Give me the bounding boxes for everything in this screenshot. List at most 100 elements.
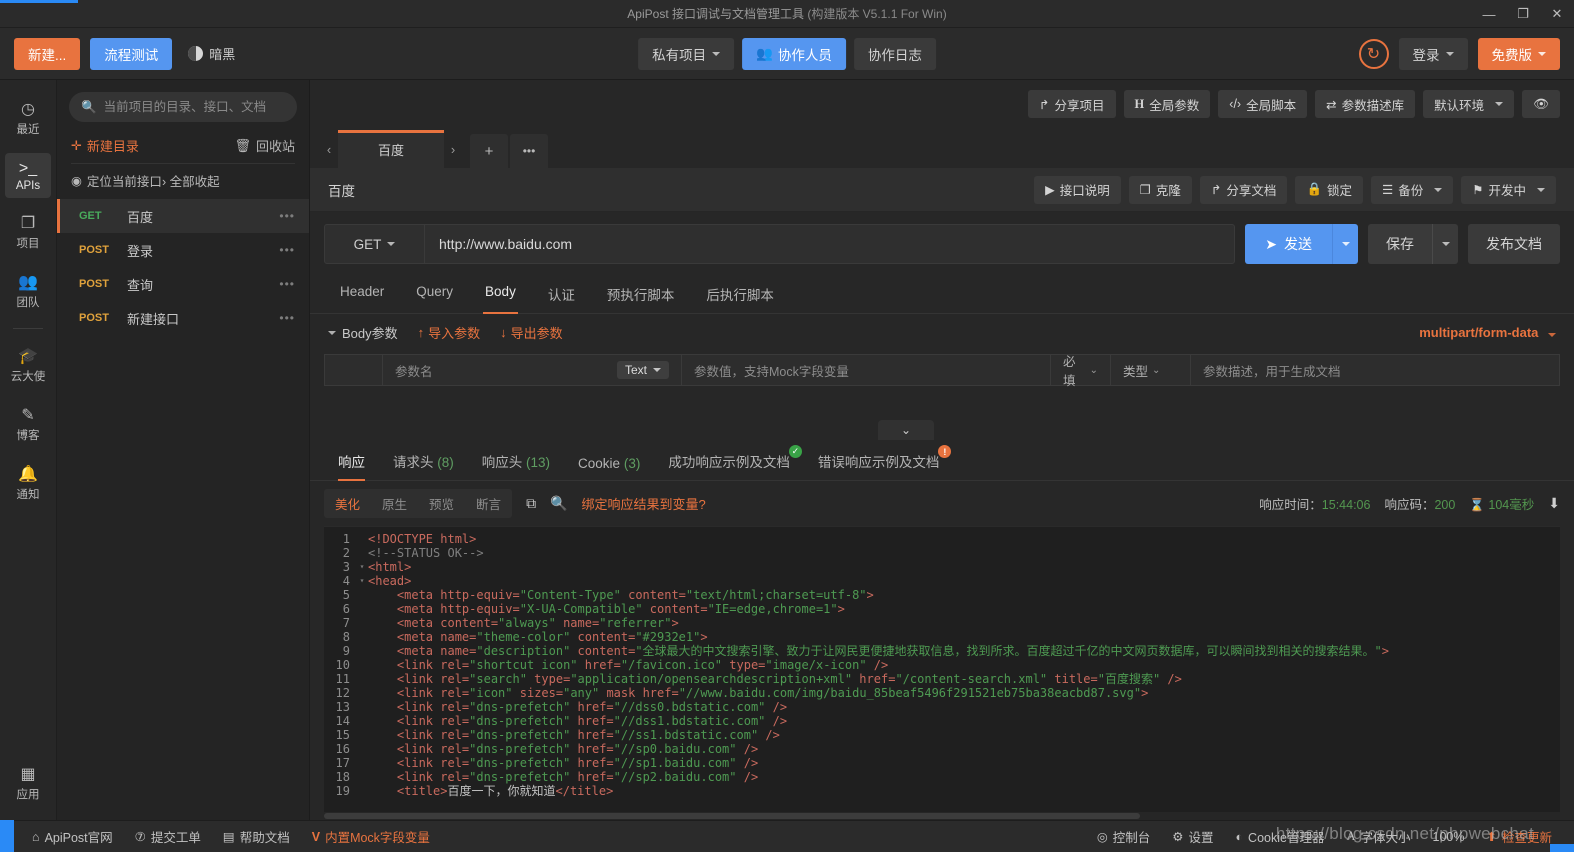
collapse-panel-button[interactable]: ⌄: [878, 420, 934, 440]
search-icon[interactable]: 🔍: [550, 495, 567, 512]
view-mode-preview[interactable]: 预览: [418, 489, 465, 518]
lock-button[interactable]: 🔒 锁定: [1295, 175, 1364, 204]
share-project-button[interactable]: ↱ 分享项目: [1028, 90, 1116, 118]
view-mode-raw[interactable]: 原生: [371, 489, 418, 518]
url-input[interactable]: [425, 225, 1235, 263]
code-fold-toggle[interactable]: ▾: [356, 560, 368, 574]
tab-body[interactable]: Body: [469, 274, 532, 314]
api-description-button[interactable]: ▶ 接口说明: [1034, 175, 1121, 204]
maximize-icon[interactable]: ❐: [1506, 0, 1540, 28]
sidebar-item-recent[interactable]: ◷ 最近: [5, 94, 51, 143]
api-list-item-baidu[interactable]: GET 百度 •••: [57, 199, 309, 233]
help-docs-link[interactable]: ▤ 帮助文档: [223, 827, 290, 846]
status-badge[interactable]: ⚑ 开发中: [1461, 175, 1556, 204]
method-selector[interactable]: GET: [325, 225, 425, 263]
param-name-cell[interactable]: 参数名 Text: [382, 354, 682, 386]
check-update-button[interactable]: ⬆ 检查更新: [1487, 827, 1553, 846]
close-icon[interactable]: ✕: [1540, 0, 1574, 28]
sidebar-item-cloud-ambassador[interactable]: 🎓 云大使: [5, 341, 51, 390]
save-dropdown-icon[interactable]: [1432, 224, 1458, 264]
environment-selector[interactable]: 默认环境: [1423, 90, 1515, 118]
settings-button[interactable]: ⚙ 设置: [1172, 827, 1213, 846]
api-list-item-query[interactable]: POST 查询 •••: [57, 267, 309, 301]
global-params-button[interactable]: H 全局参数: [1123, 90, 1211, 118]
export-params-button[interactable]: ↓ 导出参数: [500, 323, 563, 342]
recycle-bin-button[interactable]: 🗑 回收站: [234, 136, 295, 155]
sidebar-item-apis[interactable]: >_ APIs: [5, 153, 51, 198]
submit-ticket-link[interactable]: ⑦ 提交工单: [135, 827, 201, 846]
sidebar-item-notifications[interactable]: 🔔 通知: [5, 459, 51, 508]
flow-test-button[interactable]: 流程测试: [90, 37, 173, 70]
param-value-cell[interactable]: 参数值，支持Mock字段变量: [682, 354, 1051, 386]
api-list-item-new[interactable]: POST 新建接口 •••: [57, 301, 309, 335]
save-button[interactable]: 保存: [1368, 224, 1458, 264]
copy-icon[interactable]: ⧉: [526, 495, 536, 512]
tab-next-icon[interactable]: ›: [444, 130, 462, 168]
eye-icon[interactable]: 👁: [1522, 90, 1560, 118]
tab-cookie[interactable]: Cookie (3): [564, 445, 654, 480]
collab-log-button[interactable]: 协作日志: [853, 37, 936, 70]
search-input[interactable]: [103, 100, 285, 114]
collapse-all-button[interactable]: › 全部收起: [162, 171, 220, 190]
tab-query[interactable]: Query: [400, 274, 469, 313]
tab-more-button[interactable]: •••: [510, 134, 548, 168]
tab-post-script[interactable]: 后执行脚本: [690, 274, 790, 313]
add-tab-button[interactable]: +: [470, 134, 508, 168]
send-button-label-wrap[interactable]: ➤ 发送: [1245, 234, 1332, 254]
edition-button[interactable]: 免费版: [1477, 37, 1560, 70]
dark-mode-toggle[interactable]: 暗黑: [188, 44, 235, 63]
horizontal-scrollbar[interactable]: [324, 812, 1560, 820]
more-options-icon[interactable]: •••: [279, 277, 295, 291]
api-list-item-login[interactable]: POST 登录 •••: [57, 233, 309, 267]
view-mode-pretty[interactable]: 美化: [324, 489, 371, 518]
locate-current-api-button[interactable]: ◉ 定位当前接口: [71, 171, 162, 190]
zoom-level[interactable]: 100%: [1433, 830, 1465, 844]
sidebar-item-team[interactable]: 👥 团队: [5, 267, 51, 316]
collaborators-button[interactable]: 👥 协作人员: [742, 37, 846, 70]
apipost-site-link[interactable]: ⌂ ApiPost官网: [32, 827, 113, 846]
login-button[interactable]: 登录: [1398, 37, 1468, 70]
sidebar-item-apps[interactable]: ▦ 应用: [5, 759, 51, 808]
global-script-button[interactable]: ‹/› 全局脚本: [1218, 90, 1308, 118]
tab-success-example[interactable]: 成功响应示例及文档 ✓: [654, 440, 804, 480]
tab-auth[interactable]: 认证: [532, 274, 591, 313]
backup-button[interactable]: ☰ 备份: [1371, 175, 1454, 204]
tab-request-headers[interactable]: 请求头 (8): [379, 440, 468, 480]
publish-doc-button[interactable]: 发布文档: [1468, 224, 1560, 264]
param-type-pill[interactable]: Text: [616, 361, 669, 379]
tab-prev-icon[interactable]: ‹: [320, 130, 338, 168]
search-box[interactable]: 🔍: [69, 92, 297, 122]
code-fold-toggle[interactable]: ▾: [356, 574, 368, 588]
console-button[interactable]: ◎ 控制台: [1097, 827, 1150, 846]
more-options-icon[interactable]: •••: [279, 209, 295, 223]
font-size-button[interactable]: A 字体大小: [1346, 827, 1410, 846]
mock-variables-link[interactable]: V 内置Mock字段变量: [312, 827, 430, 846]
save-button-label[interactable]: 保存: [1368, 234, 1432, 254]
tab-response[interactable]: 响应: [324, 440, 379, 481]
content-type-selector[interactable]: multipart/form-data: [1419, 325, 1556, 340]
more-options-icon[interactable]: •••: [279, 243, 295, 257]
param-required-cell[interactable]: 必填 ⌄: [1051, 354, 1111, 388]
refresh-icon[interactable]: ↻: [1358, 38, 1389, 69]
bind-result-to-variable-link[interactable]: 绑定响应结果到变量?: [582, 494, 706, 513]
tab-response-headers[interactable]: 响应头 (13): [468, 440, 564, 480]
param-desc-library-button[interactable]: ⇄ 参数描述库: [1315, 90, 1416, 118]
sidebar-item-blog[interactable]: ✎ 博客: [5, 400, 51, 449]
param-drag-handle[interactable]: [324, 354, 382, 386]
response-code-viewer[interactable]: 1 2 3 4 5 6 7 8 9 10 11 12 13 14 15 16 17 18 19 ▾ ▾ <!DOCTY…: [324, 526, 1560, 820]
project-selector[interactable]: 私有项目: [638, 37, 735, 70]
import-params-button[interactable]: ↑ 导入参数: [418, 323, 481, 342]
send-dropdown-icon[interactable]: [1332, 224, 1358, 264]
share-doc-button[interactable]: ↱ 分享文档: [1199, 175, 1288, 204]
code-fold-column[interactable]: ▾ ▾: [356, 532, 368, 798]
cookie-manager-button[interactable]: ◐ Cookie管理器: [1235, 827, 1324, 846]
sidebar-item-project[interactable]: ❐ 项目: [5, 208, 51, 257]
new-directory-button[interactable]: ✛ 新建目录: [71, 136, 139, 155]
body-params-toggle[interactable]: Body参数: [328, 323, 398, 342]
tab-pre-script[interactable]: 预执行脚本: [591, 274, 691, 313]
tab-error-example[interactable]: 错误响应示例及文档 !: [804, 440, 954, 480]
tab-baidu[interactable]: 百度: [338, 130, 444, 168]
clone-button[interactable]: ❐ 克隆: [1128, 175, 1192, 204]
minimize-icon[interactable]: —: [1472, 0, 1506, 28]
send-button[interactable]: ➤ 发送: [1245, 224, 1358, 264]
